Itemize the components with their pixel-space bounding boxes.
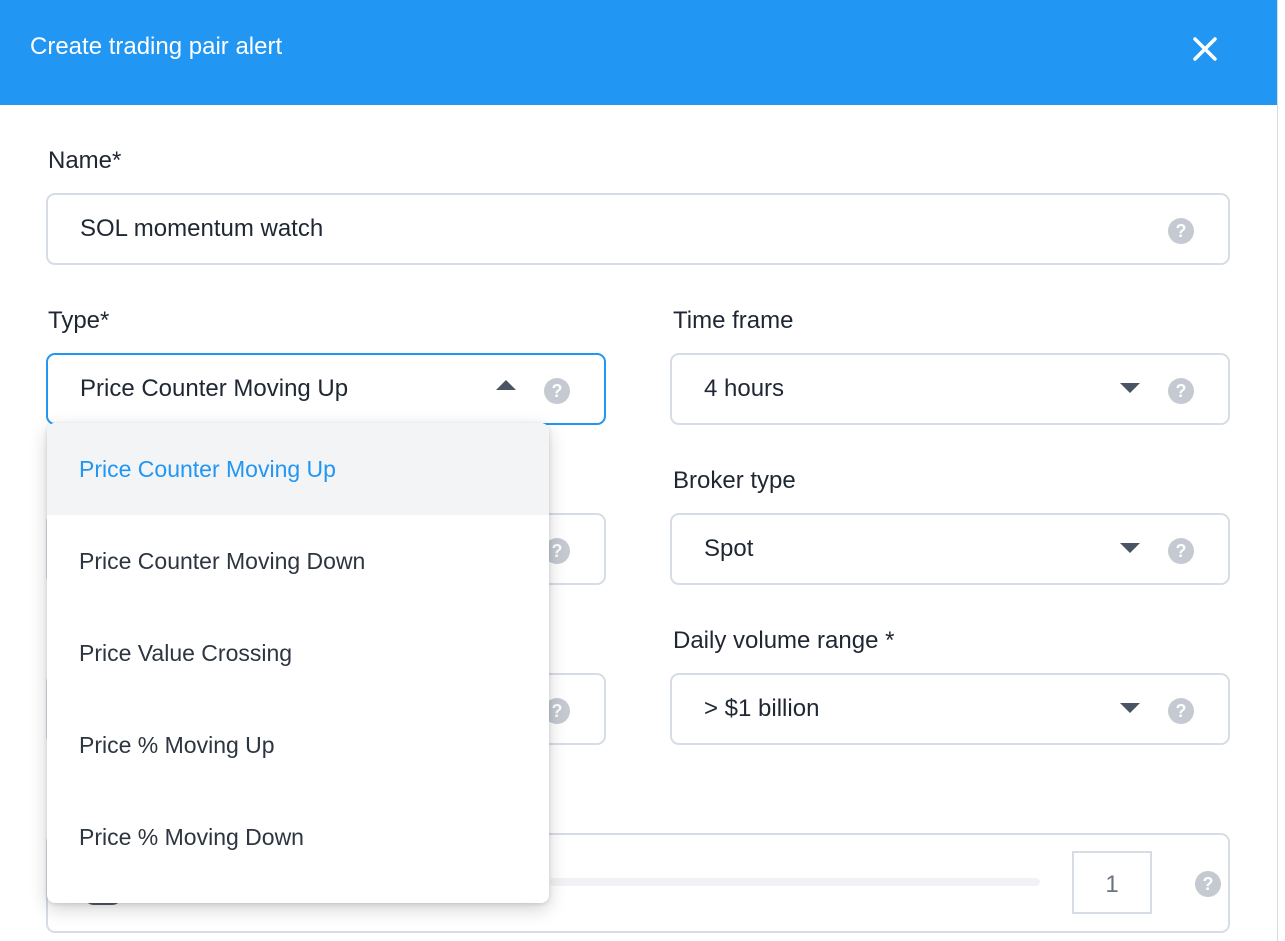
type-option[interactable]: Price % Moving Up (47, 699, 549, 791)
help-icon[interactable]: ? (1168, 218, 1194, 244)
type-select[interactable]: Price Counter Moving Up ? (46, 353, 606, 425)
type-option[interactable]: Price % Moving Down (47, 791, 549, 883)
type-option[interactable]: Price Value Crossing (47, 607, 549, 699)
window-edge (1277, 0, 1285, 941)
chevron-down-icon[interactable] (1120, 383, 1140, 393)
daily-volume-label: Daily volume range * (673, 627, 895, 654)
name-value: SOL momentum watch (80, 215, 324, 242)
dialog-header: Create trading pair alert (0, 0, 1277, 105)
count-value: 1 (1105, 871, 1119, 898)
daily-volume-value: > $1 billion (704, 695, 820, 722)
dialog-title: Create trading pair alert (30, 33, 283, 60)
help-icon[interactable]: ? (544, 378, 570, 404)
help-icon[interactable]: ? (1168, 538, 1194, 564)
time-frame-label: Time frame (673, 307, 794, 334)
chevron-down-icon[interactable] (1120, 543, 1140, 553)
broker-type-select[interactable]: Spot ? (670, 513, 1230, 585)
type-option[interactable]: Price Counter Moving Up (47, 423, 549, 515)
close-button[interactable] (1186, 30, 1224, 68)
broker-type-label: Broker type (673, 467, 796, 494)
type-label: Type* (48, 307, 110, 334)
help-icon[interactable]: ? (1168, 378, 1194, 404)
name-field[interactable]: SOL momentum watch ? (46, 193, 1230, 265)
type-value: Price Counter Moving Up (80, 375, 349, 402)
count-input[interactable]: 1 (1072, 851, 1152, 914)
count-slider-track[interactable] (550, 878, 1040, 886)
type-dropdown-menu: Price Counter Moving Up Price Counter Mo… (47, 423, 549, 903)
time-frame-value: 4 hours (704, 375, 785, 402)
name-label: Name* (48, 147, 122, 174)
help-icon[interactable]: ? (1195, 871, 1221, 897)
type-option[interactable]: Price Counter Moving Down (47, 515, 549, 607)
chevron-up-icon[interactable] (496, 380, 516, 390)
close-icon (1193, 37, 1217, 61)
daily-volume-select[interactable]: > $1 billion ? (670, 673, 1230, 745)
time-frame-select[interactable]: 4 hours ? (670, 353, 1230, 425)
help-icon[interactable]: ? (1168, 698, 1194, 724)
broker-type-value: Spot (704, 535, 754, 562)
chevron-down-icon[interactable] (1120, 703, 1140, 713)
